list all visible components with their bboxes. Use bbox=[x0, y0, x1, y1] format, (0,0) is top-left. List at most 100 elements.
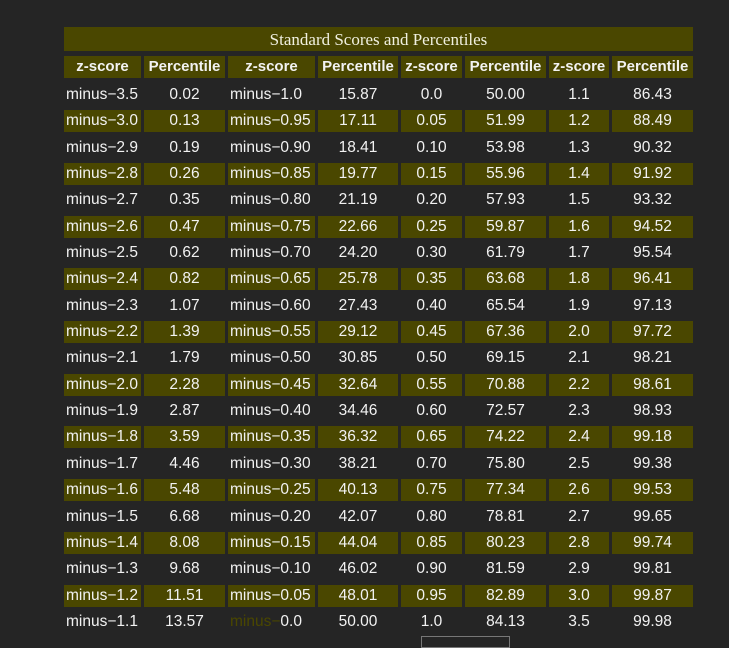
zscore-cell: minus−1.8 bbox=[64, 426, 141, 449]
percentile-cell: 95.54 bbox=[633, 244, 672, 262]
zscore-cell: 0.50 bbox=[416, 349, 447, 367]
percentile-cell: 86.43 bbox=[633, 86, 672, 103]
header-zscore: z-score bbox=[401, 56, 462, 78]
zscore-cell: minus−0.45 bbox=[228, 373, 315, 396]
table-row: minus−2.2 1.39 minus−0.55 29.12 0.45 67.36 2.0… bbox=[64, 321, 693, 344]
percentile-cell: 99.18 bbox=[612, 426, 693, 449]
percentile-cell: 80.23 bbox=[465, 531, 546, 554]
percentile-cell: 82.89 bbox=[465, 584, 546, 607]
percentile-cell: 2.87 bbox=[169, 402, 200, 420]
percentile-cell: 27.43 bbox=[338, 296, 378, 314]
percentile-cell: 74.22 bbox=[465, 426, 546, 449]
zscore-cell: 1.7 bbox=[568, 244, 590, 262]
percentile-cell: 24.20 bbox=[338, 244, 378, 262]
table-row: minus−1.7 4.46 minus−0.30 38.21 0.70 75.80 2.5… bbox=[64, 453, 693, 475]
table-row: minus−2.5 0.62 minus−0.70 24.20 0.30 61.79 1.7… bbox=[64, 242, 693, 264]
header-row: z-score Percentile z-score Percentile z-… bbox=[64, 56, 693, 78]
zscore-cell: 3.5 bbox=[568, 612, 590, 630]
zscore-cell: minus−0.35 bbox=[228, 426, 315, 449]
zscore-cell: 1.4 bbox=[549, 163, 609, 186]
percentile-cell: 25.78 bbox=[318, 268, 398, 291]
percentile-cell: 96.41 bbox=[612, 268, 693, 291]
zscore-cell: 1.3 bbox=[568, 138, 590, 156]
percentile-cell: 75.80 bbox=[486, 454, 525, 472]
header-percentile: Percentile bbox=[465, 56, 546, 78]
percentile-cell: 0.62 bbox=[169, 244, 200, 262]
zscore-cell: minus−1.5 bbox=[66, 507, 138, 525]
percentile-cell: 90.32 bbox=[633, 138, 672, 156]
table-row: minus−2.0 2.28 minus−0.45 32.64 0.55 70.88 2.2… bbox=[64, 373, 693, 396]
percentile-cell: 34.46 bbox=[338, 402, 378, 420]
header-percentile: Percentile bbox=[144, 56, 225, 78]
zscore-cell: minus−3.5 bbox=[66, 86, 138, 103]
percentile-cell: 19.77 bbox=[318, 163, 398, 186]
table-row: minus−2.1 1.79 minus−0.50 30.85 0.50 69.15 2.1… bbox=[64, 347, 693, 369]
table-row: minus−2.4 0.82 minus−0.65 25.78 0.35 63.68 1.8… bbox=[64, 268, 693, 291]
percentile-cell: 38.21 bbox=[338, 454, 378, 472]
percentile-cell: 72.57 bbox=[486, 402, 525, 420]
percentile-cell: 99.81 bbox=[633, 560, 672, 578]
percentile-cell: 46.02 bbox=[338, 560, 378, 578]
percentile-cell: 3.59 bbox=[144, 426, 225, 449]
zscore-cell: 0.20 bbox=[416, 191, 447, 209]
zscore-cell: 0.55 bbox=[401, 373, 462, 396]
percentile-cell: 0.26 bbox=[144, 163, 225, 186]
zscore-cell: minus−2.3 bbox=[66, 296, 138, 314]
percentile-cell: 32.64 bbox=[318, 373, 398, 396]
percentile-cell: 17.11 bbox=[318, 110, 398, 133]
percentile-cell: 1.39 bbox=[144, 321, 225, 344]
percentile-cell: 50.00 bbox=[486, 86, 525, 103]
percentile-cell: 65.54 bbox=[486, 296, 525, 314]
zscore-cell: minus−0.0 bbox=[230, 612, 302, 630]
percentile-cell: 0.02 bbox=[169, 86, 200, 103]
zscore-cell: 0.80 bbox=[416, 507, 447, 525]
zscore-cell: 0.85 bbox=[401, 531, 462, 554]
zscore-cell: minus−0.80 bbox=[230, 191, 311, 209]
table-row: minus−1.4 8.08 minus−0.15 44.04 0.85 80.23 2.8… bbox=[64, 531, 693, 554]
zscore-cell: minus−1.2 bbox=[64, 584, 141, 607]
header-zscore: z-score bbox=[64, 56, 141, 78]
zscore-cell: minus−1.9 bbox=[66, 402, 138, 420]
zscore-cell: minus−3.0 bbox=[64, 110, 141, 133]
header-zscore: z-score bbox=[549, 56, 609, 78]
zscore-cell: minus−1.7 bbox=[66, 454, 138, 472]
zscore-cell: 0.05 bbox=[401, 110, 462, 133]
percentile-cell: 8.08 bbox=[144, 531, 225, 554]
percentile-cell: 51.99 bbox=[465, 110, 546, 133]
zscore-cell: minus−0.85 bbox=[228, 163, 315, 186]
percentile-cell: 70.88 bbox=[465, 373, 546, 396]
table-row: minus−2.8 0.26 minus−0.85 19.77 0.15 55.96 1.4… bbox=[64, 163, 693, 186]
zscore-cell: minus−0.30 bbox=[230, 454, 311, 472]
zscore-cell: 0.30 bbox=[416, 244, 447, 262]
percentile-cell: 5.48 bbox=[144, 479, 225, 502]
zscore-cell: minus−2.9 bbox=[66, 138, 138, 156]
table-body: minus−3.5 0.02 minus−1.0 15.87 0.0 50.00 1.1 86… bbox=[64, 84, 693, 633]
zscore-cell: minus−2.8 bbox=[64, 163, 141, 186]
zscore-cell: 2.5 bbox=[568, 454, 590, 472]
table-row: minus−1.1 13.57 minus−0.0 50.00 1.0 84.13 3.5 9… bbox=[64, 611, 693, 633]
percentile-cell: 53.98 bbox=[486, 138, 525, 156]
percentile-cell: 50.00 bbox=[338, 612, 378, 630]
percentile-cell: 0.82 bbox=[144, 268, 225, 291]
zscore-cell: minus−1.6 bbox=[64, 479, 141, 502]
zscore-cell: 0.90 bbox=[416, 560, 447, 578]
zscore-cell: 2.3 bbox=[568, 402, 590, 420]
percentile-cell: 98.21 bbox=[633, 349, 672, 367]
zscore-cell: minus−0.65 bbox=[228, 268, 315, 291]
percentile-cell: 57.93 bbox=[486, 191, 525, 209]
zscore-cell: minus−2.2 bbox=[64, 321, 141, 344]
percentile-cell: 42.07 bbox=[338, 507, 378, 525]
table-row: minus−2.9 0.19 minus−0.90 18.41 0.10 53.98 1.3… bbox=[64, 137, 693, 159]
percentile-cell: 2.28 bbox=[144, 373, 225, 396]
percentile-cell: 0.47 bbox=[144, 215, 225, 238]
zscore-cell: 0.45 bbox=[401, 321, 462, 344]
table-row: minus−1.6 5.48 minus−0.25 40.13 0.75 77.34 2.6… bbox=[64, 479, 693, 502]
percentile-cell: 61.79 bbox=[486, 244, 525, 262]
percentile-cell: 78.81 bbox=[486, 507, 525, 525]
zscore-cell: 2.8 bbox=[549, 531, 609, 554]
table-row: minus−2.3 1.07 minus−0.60 27.43 0.40 65.54 1.9… bbox=[64, 295, 693, 317]
zscore-cell: minus−2.0 bbox=[64, 373, 141, 396]
zscore-cell: 0.75 bbox=[401, 479, 462, 502]
zscore-cell: minus−0.15 bbox=[228, 531, 315, 554]
header-percentile: Percentile bbox=[612, 56, 693, 78]
